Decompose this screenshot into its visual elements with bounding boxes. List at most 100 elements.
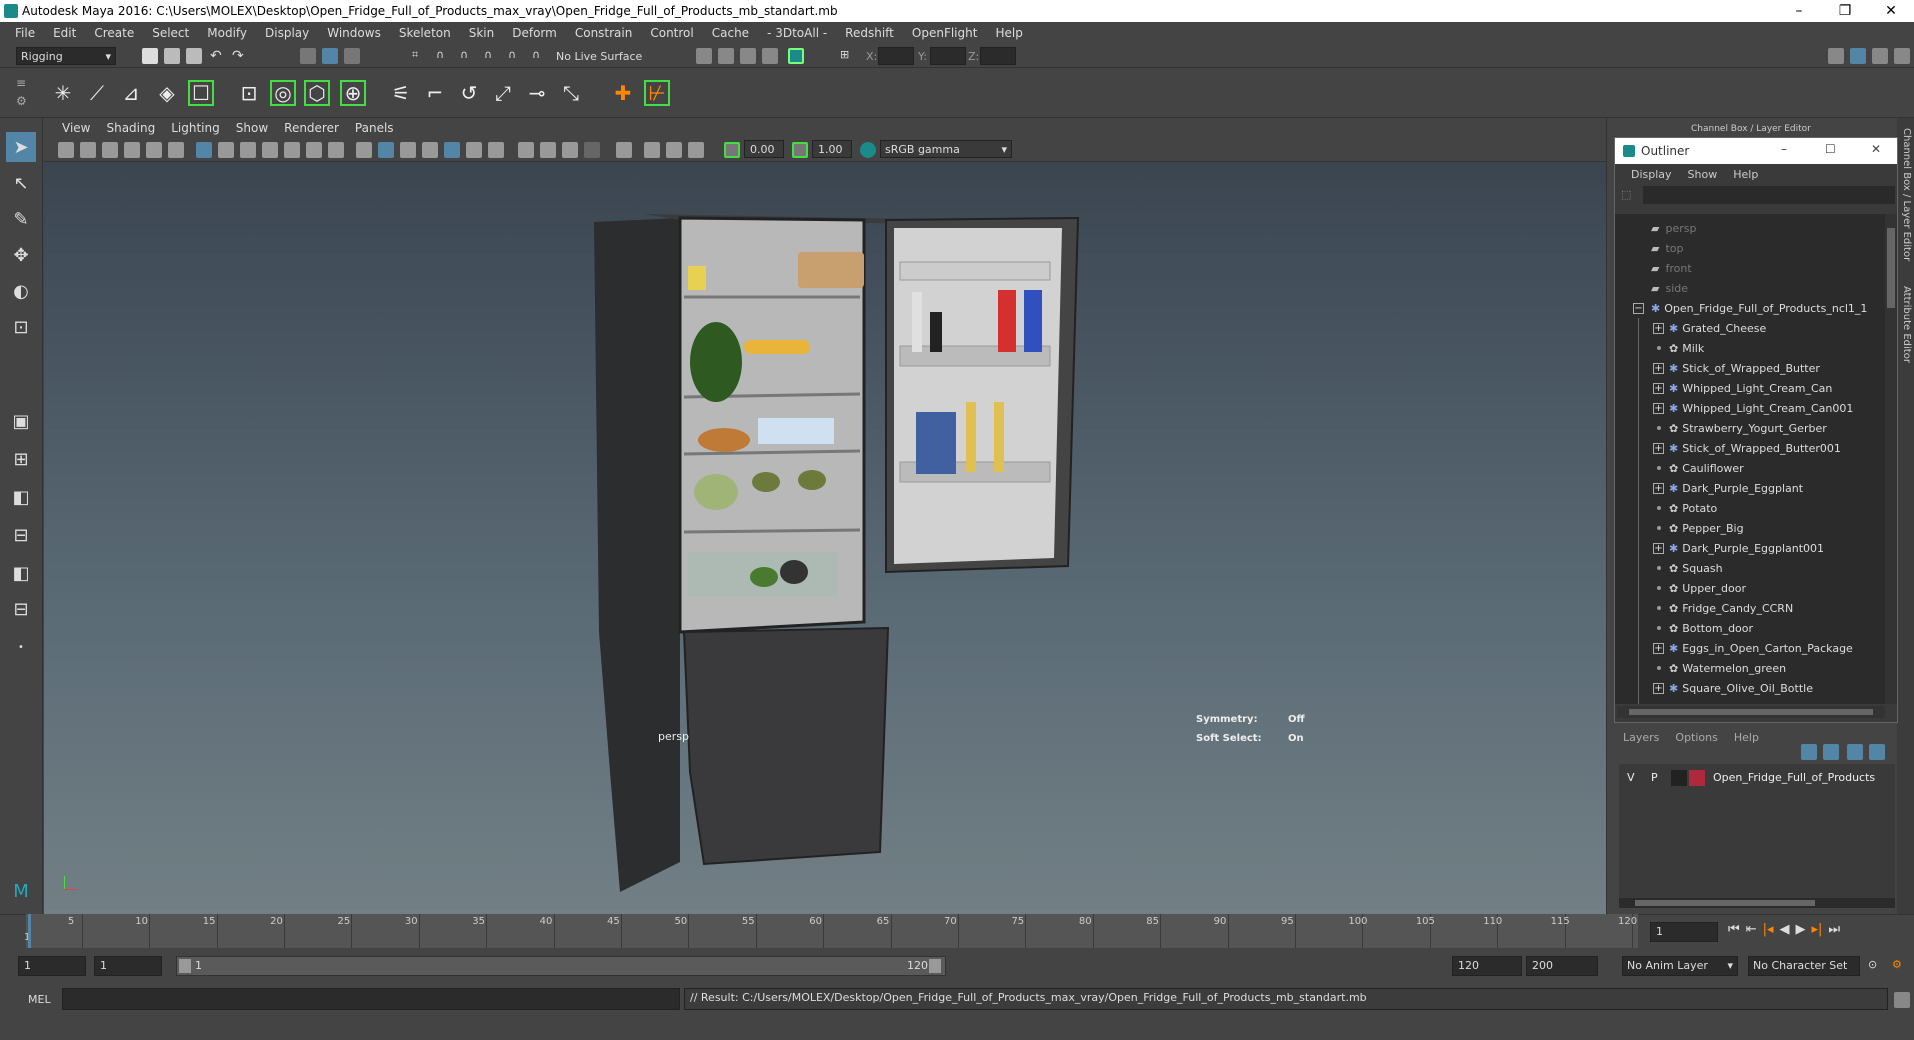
wireframe-icon[interactable] bbox=[356, 142, 372, 158]
camera-select-icon[interactable] bbox=[58, 142, 74, 158]
script-language-label[interactable]: MEL bbox=[28, 993, 51, 1006]
expand-icon[interactable]: + bbox=[1653, 323, 1664, 334]
transform-icon[interactable]: ⊞ bbox=[840, 48, 856, 64]
ipr-render-icon[interactable] bbox=[740, 48, 756, 64]
render-icon[interactable] bbox=[696, 48, 712, 64]
two-d-pan-zoom-icon[interactable] bbox=[146, 142, 162, 158]
wrap-deformer-icon[interactable]: ⊕ bbox=[340, 80, 366, 106]
playback-start-field[interactable]: 1 bbox=[94, 956, 162, 976]
pole-vector-icon[interactable]: ⤡ bbox=[558, 80, 584, 106]
blendshape-icon[interactable]: ⬡ bbox=[304, 80, 330, 106]
magnet-icon[interactable]: ∩ bbox=[532, 48, 548, 64]
expand-icon[interactable]: + bbox=[1653, 383, 1664, 394]
new-layer-icon[interactable] bbox=[1847, 744, 1863, 760]
attribute-editor-tab[interactable]: Attribute Editor bbox=[1901, 286, 1912, 363]
expand-icon[interactable]: + bbox=[1653, 683, 1664, 694]
current-time-marker[interactable] bbox=[28, 914, 31, 948]
menu-file[interactable]: File bbox=[6, 26, 44, 40]
command-input[interactable] bbox=[62, 988, 680, 1010]
outliner-menu-display[interactable]: Display bbox=[1623, 168, 1680, 181]
end-time-field[interactable]: 200 bbox=[1526, 956, 1598, 976]
select-tool-icon[interactable]: ➤ bbox=[6, 132, 36, 162]
move-layer-down-icon[interactable] bbox=[1823, 744, 1839, 760]
outliner-item[interactable]: ✿ Upper_door bbox=[1669, 578, 1746, 598]
time-ruler[interactable]: 1510152025303540455055606570758085909510… bbox=[24, 914, 1638, 948]
scale-tool-icon[interactable]: ⊡ bbox=[6, 312, 36, 342]
film-gate-icon[interactable] bbox=[218, 142, 234, 158]
joint-tool-icon[interactable]: ✳ bbox=[50, 80, 76, 106]
textured-icon[interactable] bbox=[444, 142, 460, 158]
vp-menu-panels[interactable]: Panels bbox=[347, 121, 402, 135]
modeling-toolkit-icon[interactable] bbox=[1828, 48, 1844, 64]
menu-edit[interactable]: Edit bbox=[44, 26, 85, 40]
attribute-editor-toggle-icon[interactable] bbox=[1872, 48, 1888, 64]
outliner-item[interactable]: ✱ Whipped_Light_Cream_Can bbox=[1669, 378, 1832, 398]
collapse-icon[interactable]: − bbox=[1633, 303, 1644, 314]
go-to-end-icon[interactable]: ⏭ bbox=[1828, 922, 1840, 942]
go-to-start-icon[interactable]: ⏮ bbox=[1728, 922, 1740, 942]
select-component-icon[interactable] bbox=[344, 48, 360, 64]
perspective-viewport[interactable]: persp Symmetry: Off Soft Select: On bbox=[44, 162, 1606, 914]
menu-select[interactable]: Select bbox=[143, 26, 198, 40]
shadows-icon[interactable] bbox=[488, 142, 504, 158]
image-plane-icon[interactable] bbox=[124, 142, 140, 158]
outliner-hscroll[interactable] bbox=[1617, 706, 1885, 718]
aim-constraint-icon[interactable]: ⌐ bbox=[422, 80, 448, 106]
move-layer-up-icon[interactable] bbox=[1801, 744, 1817, 760]
outliner-menu-help[interactable]: Help bbox=[1725, 168, 1766, 181]
layer-visibility-toggle[interactable]: V bbox=[1627, 771, 1635, 784]
outliner-item[interactable]: ✱ Grated_Cheese bbox=[1669, 318, 1766, 338]
undo-icon[interactable]: ↶ bbox=[210, 48, 226, 64]
layer-playback-toggle[interactable]: P bbox=[1651, 771, 1658, 784]
vp-menu-view[interactable]: View bbox=[54, 121, 98, 135]
field-chart-icon[interactable] bbox=[284, 142, 300, 158]
scale-constraint-icon[interactable]: ⤢ bbox=[490, 80, 516, 106]
gamma-field[interactable]: 1.00 bbox=[812, 140, 852, 158]
smooth-shade-icon[interactable] bbox=[378, 142, 394, 158]
outliner-vscroll[interactable] bbox=[1885, 214, 1897, 704]
exposure-field[interactable]: 0.00 bbox=[744, 140, 784, 158]
new-layer-selected-icon[interactable] bbox=[1869, 744, 1885, 760]
menu-skeleton[interactable]: Skeleton bbox=[390, 26, 460, 40]
filter-icon[interactable]: ⬚ bbox=[1621, 188, 1631, 201]
expand-icon[interactable]: + bbox=[1653, 403, 1664, 414]
ik-handle-icon[interactable]: ⟋ bbox=[84, 80, 110, 106]
four-view-layout-icon[interactable]: ⊞ bbox=[6, 444, 36, 474]
default-material-icon[interactable] bbox=[400, 142, 416, 158]
single-perspective-layout-icon[interactable]: ▣ bbox=[6, 406, 36, 436]
outliner-menu-show[interactable]: Show bbox=[1680, 168, 1726, 181]
snap-surface-icon[interactable]: ∩ bbox=[508, 48, 524, 64]
use-all-lights-icon[interactable] bbox=[466, 142, 482, 158]
menu-control[interactable]: Control bbox=[641, 26, 702, 40]
outliner-root-item[interactable]: ✱ Open_Fridge_Full_of_Products_ncl1_1 bbox=[1651, 298, 1867, 318]
outliner-item[interactable]: ✿ Fridge_Candy_CCRN bbox=[1669, 598, 1793, 618]
outliner-item[interactable]: ✿ Pepper_Big bbox=[1669, 518, 1744, 538]
outliner-item[interactable]: ✱ Square_Olive_Oil_Bottle bbox=[1669, 678, 1813, 698]
menu-windows[interactable]: Windows bbox=[318, 26, 390, 40]
orient-constraint-icon[interactable]: ↺ bbox=[456, 80, 482, 106]
z-field[interactable] bbox=[980, 47, 1016, 65]
outliner-minimize-icon[interactable]: – bbox=[1781, 142, 1787, 156]
humanik-icon[interactable]: ☐ bbox=[188, 80, 214, 106]
snap-view-icon[interactable]: ∩ bbox=[484, 48, 500, 64]
hypershade-layout-icon[interactable]: ◧ bbox=[6, 558, 36, 588]
outliner-item[interactable]: ✿ Potato bbox=[1669, 498, 1717, 518]
camera-lock-icon[interactable] bbox=[80, 142, 96, 158]
render-sequence-icon[interactable] bbox=[718, 48, 734, 64]
outliner-maximize-icon[interactable]: ☐ bbox=[1825, 142, 1836, 156]
menu-openflight[interactable]: OpenFlight bbox=[903, 26, 987, 40]
persp-outliner-layout-icon[interactable]: ◧ bbox=[6, 482, 36, 512]
close-button[interactable]: ✕ bbox=[1868, 0, 1914, 22]
outliner-camera-item[interactable]: ▰ persp bbox=[1651, 218, 1696, 238]
lasso-tool-icon[interactable]: ↖ bbox=[6, 168, 36, 198]
cluster-icon[interactable]: ⊡ bbox=[236, 80, 262, 106]
open-scene-icon[interactable] bbox=[164, 48, 180, 64]
outliner-item[interactable]: ✱ Whipped_Light_Cream_Can001 bbox=[1669, 398, 1853, 418]
outliner-item[interactable]: ✱ Eggs_in_Open_Carton_Package bbox=[1669, 638, 1853, 658]
redo-icon[interactable]: ↷ bbox=[232, 48, 248, 64]
menu-cache[interactable]: Cache bbox=[703, 26, 758, 40]
range-end-handle[interactable] bbox=[929, 959, 941, 973]
layers-help-menu[interactable]: Help bbox=[1726, 731, 1767, 744]
outliner-camera-item[interactable]: ▰ front bbox=[1651, 258, 1692, 278]
move-tool-icon[interactable]: ✥ bbox=[6, 240, 36, 270]
